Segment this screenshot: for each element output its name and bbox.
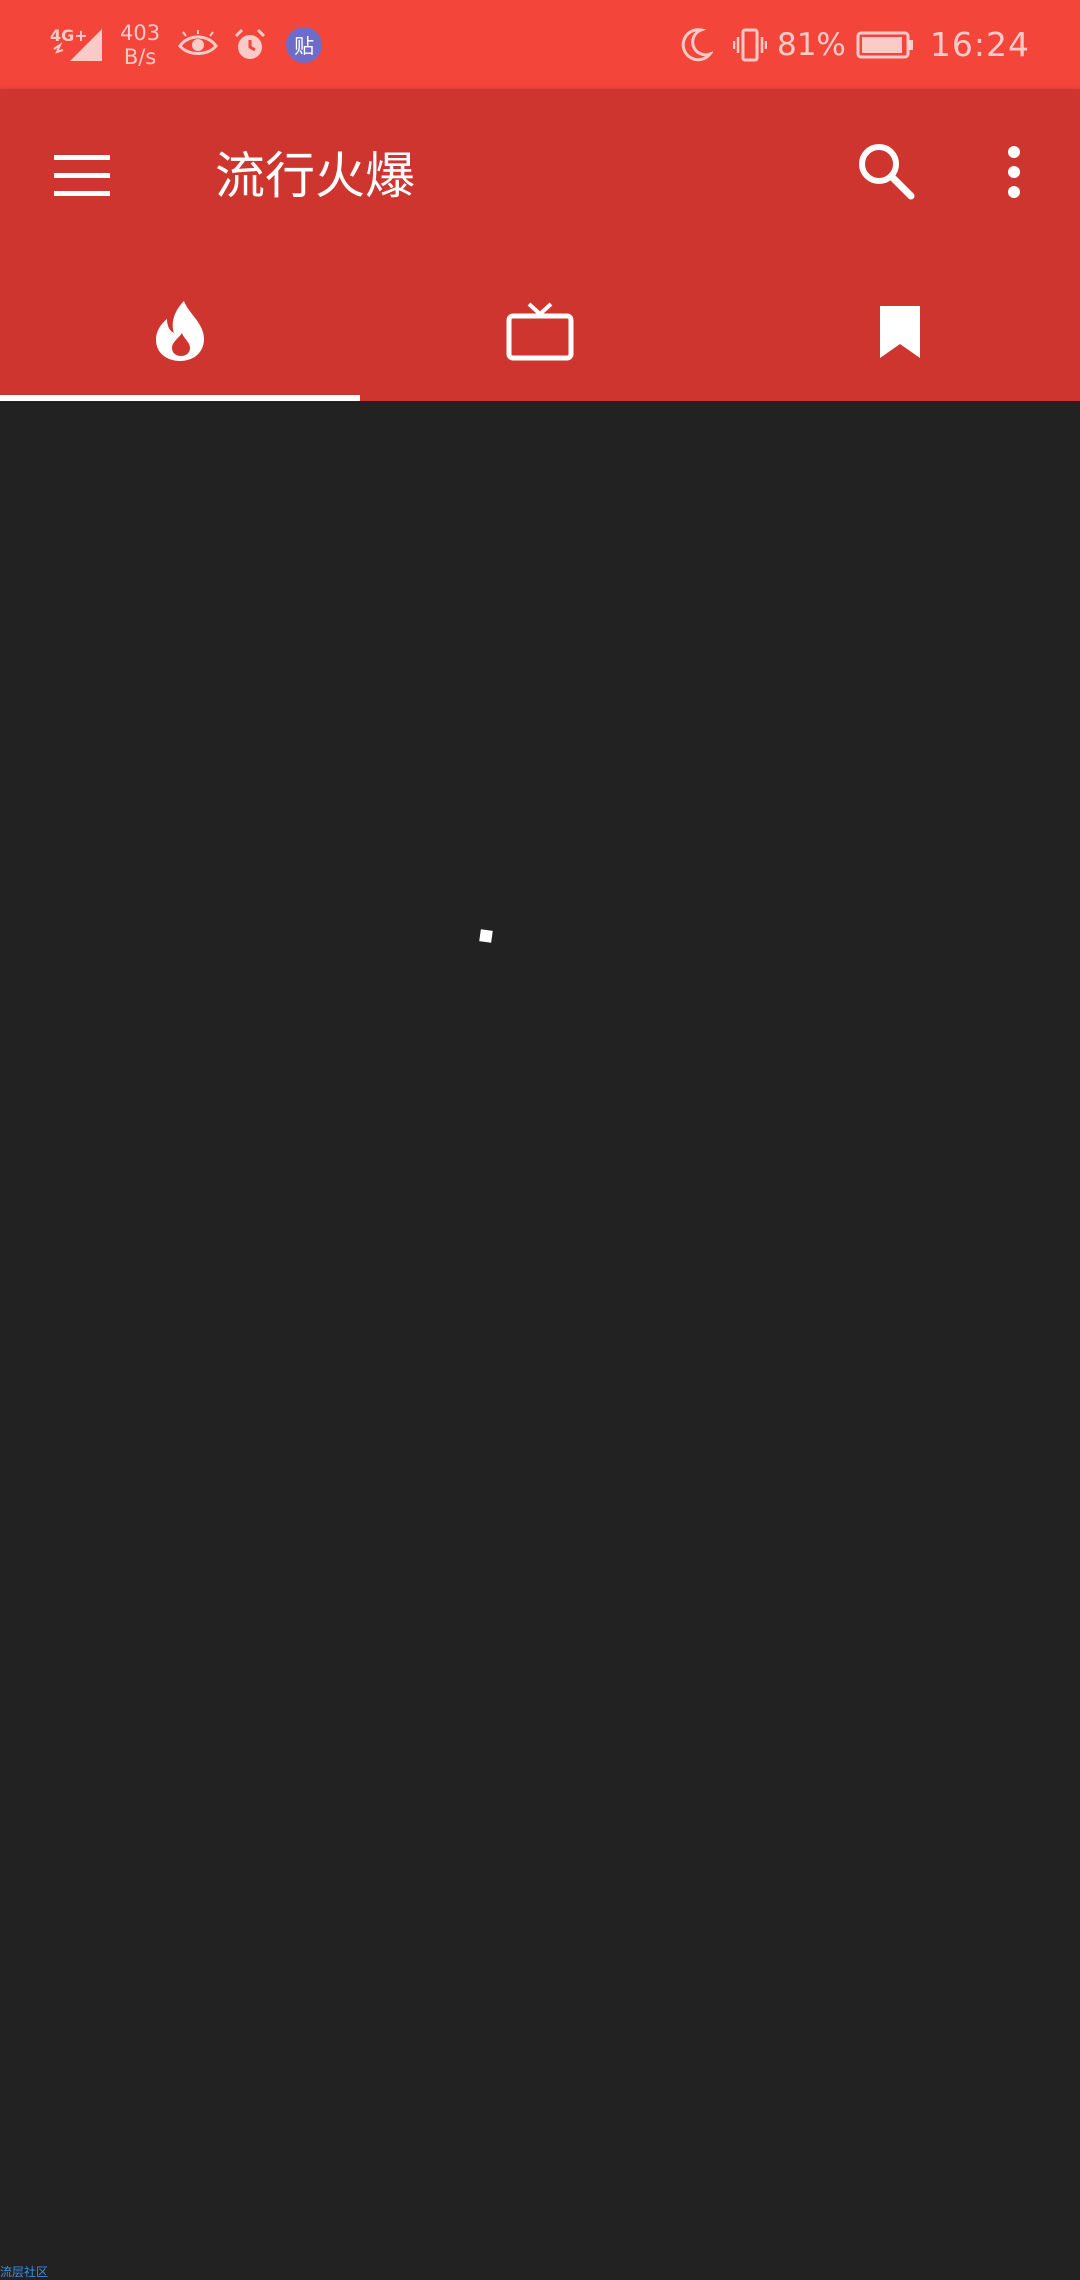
- loading-indicator: [479, 929, 493, 943]
- flame-icon: [156, 301, 204, 361]
- baidu-tieba-icon: 贴: [286, 26, 323, 63]
- battery-percent: 81%: [776, 26, 846, 63]
- page-title: 流行火爆: [215, 147, 415, 205]
- vibrate-icon: [732, 27, 767, 63]
- network-speed-unit: B/s: [123, 44, 157, 69]
- content-area: [0, 401, 1080, 2280]
- moon-icon: [679, 27, 713, 63]
- tab-popular[interactable]: [0, 261, 360, 401]
- alarm-icon: [232, 27, 268, 63]
- battery-icon: [856, 30, 914, 60]
- network-speed: 403 B/s: [120, 21, 160, 69]
- tab-bookmarks[interactable]: [720, 261, 1080, 401]
- hamburger-menu-icon: [54, 155, 110, 196]
- status-bar-left: 4G+ 403 B/s 贴: [50, 0, 323, 89]
- tab-subscriptions[interactable]: [360, 261, 720, 401]
- clock: 16:24: [929, 25, 1030, 64]
- eye-icon: [178, 29, 218, 60]
- app-bar: 流行火爆: [0, 89, 1080, 401]
- status-bar-right: 81% 16:24: [679, 0, 1030, 89]
- menu-button[interactable]: [52, 149, 114, 203]
- more-vert-icon: [1008, 146, 1020, 198]
- signal-icon: 4G+: [50, 25, 106, 65]
- footer-label: 流层社区: [0, 2265, 49, 2279]
- more-options-button[interactable]: [996, 144, 1032, 200]
- tv-icon: [506, 302, 574, 361]
- tab-bar: [0, 261, 1080, 401]
- bookmark-icon: [880, 306, 920, 358]
- toolbar: 流行火爆: [0, 89, 1080, 261]
- search-icon: [859, 144, 915, 200]
- svg-text:4G+: 4G+: [50, 26, 88, 45]
- status-bar: 4G+ 403 B/s 贴 81% 16:24: [0, 0, 1080, 89]
- search-button[interactable]: [855, 140, 917, 202]
- network-speed-value: 403: [120, 20, 161, 45]
